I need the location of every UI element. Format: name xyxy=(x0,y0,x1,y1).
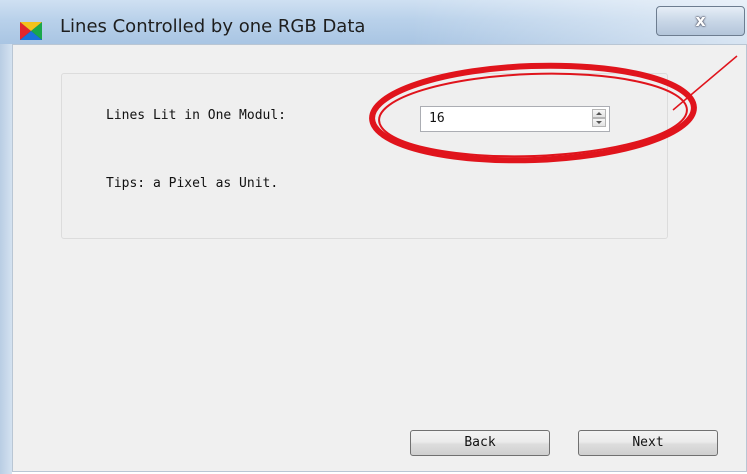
window-title: Lines Controlled by one RGB Data xyxy=(60,16,366,37)
tips-text: Tips: a Pixel as Unit. xyxy=(106,176,279,191)
settings-group xyxy=(61,73,668,239)
spinbox-buttons xyxy=(592,109,606,128)
close-button[interactable]: x xyxy=(656,6,745,36)
app-icon xyxy=(20,22,42,40)
spin-up-icon[interactable] xyxy=(592,109,606,118)
window-frame-left xyxy=(0,44,12,474)
spin-down-icon[interactable] xyxy=(592,118,606,127)
lines-lit-label: Lines Lit in One Modul: xyxy=(106,108,287,123)
lines-spinbox-value[interactable]: 16 xyxy=(429,111,445,126)
next-button[interactable]: Next xyxy=(578,430,718,456)
back-button[interactable]: Back xyxy=(410,430,550,456)
lines-spinbox[interactable]: 16 xyxy=(420,106,610,132)
close-icon: x xyxy=(695,11,706,30)
